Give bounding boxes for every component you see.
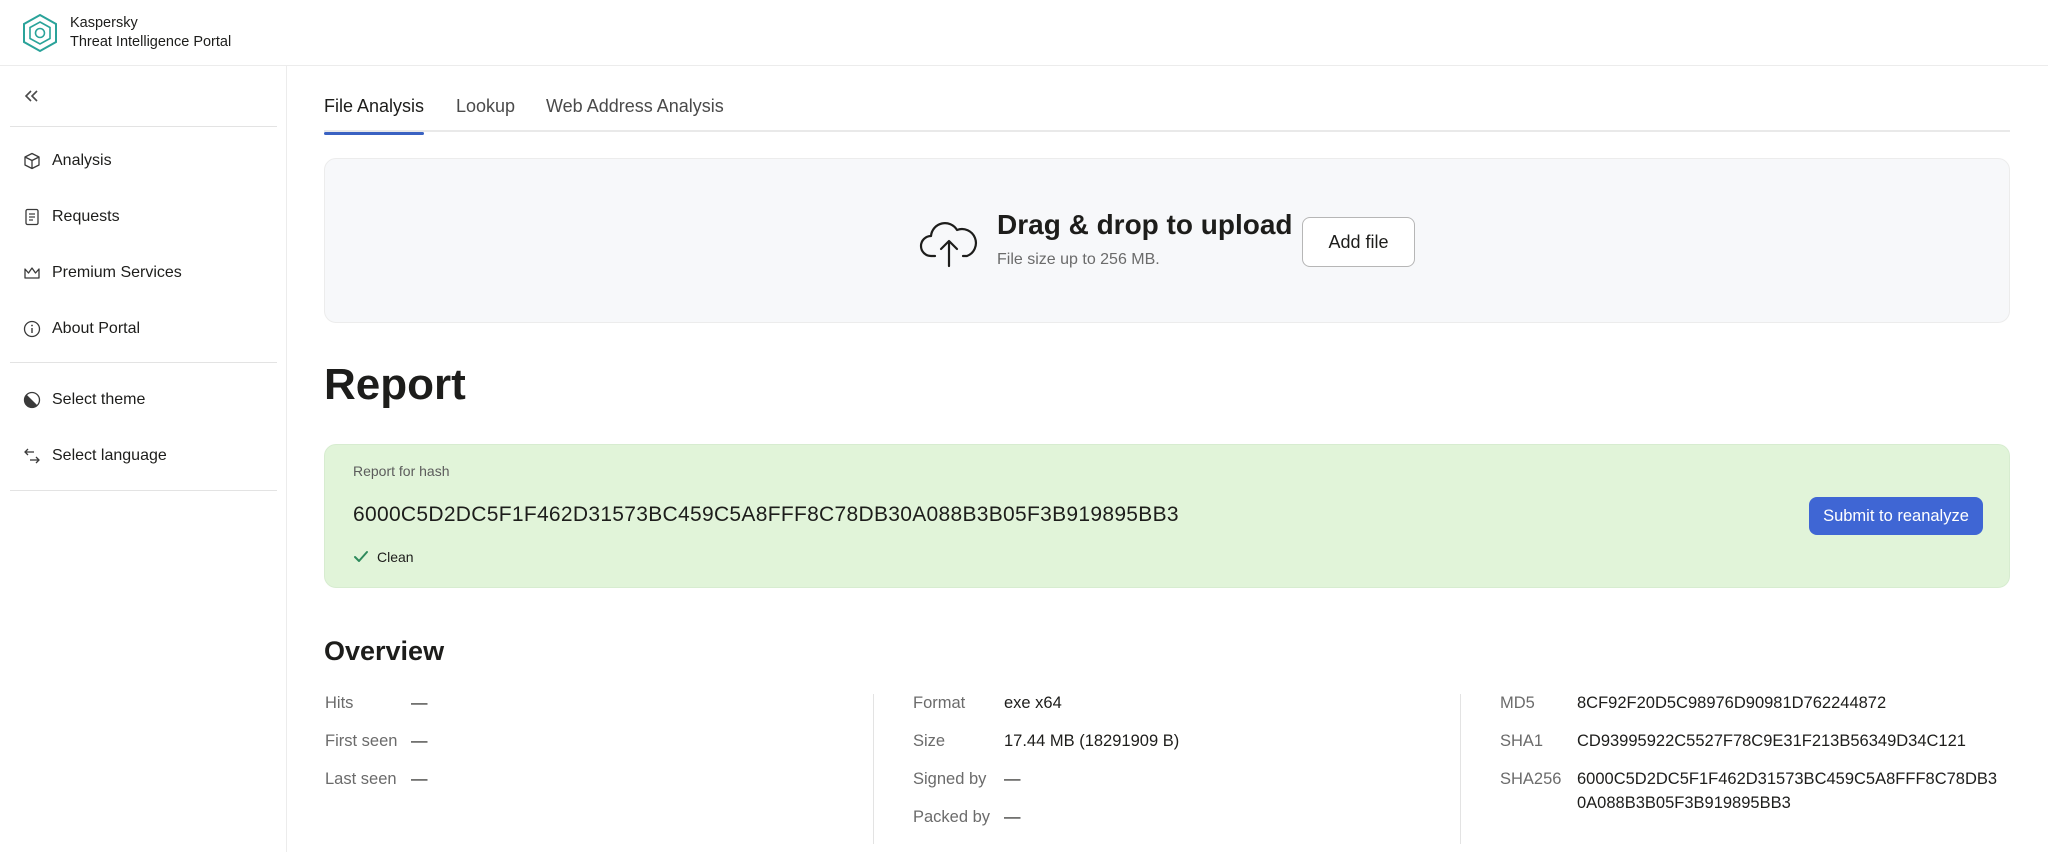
- sidebar-item-select-language[interactable]: Select language: [22, 439, 277, 473]
- checkmark-icon: [354, 551, 368, 562]
- crown-icon: [22, 263, 42, 283]
- status-label: Clean: [377, 549, 414, 565]
- submit-to-reanalyze-button[interactable]: Submit to reanalyze: [1809, 497, 1983, 535]
- sidebar-item-label: Requests: [52, 208, 120, 225]
- sidebar-item-about-portal[interactable]: About Portal: [22, 312, 277, 346]
- document-icon: [22, 207, 42, 227]
- info-icon: [22, 319, 42, 339]
- cube-icon: [22, 151, 42, 171]
- sidebar-item-select-theme[interactable]: Select theme: [22, 383, 277, 417]
- field-label: SHA1: [1500, 732, 1544, 750]
- sidebar-divider: [10, 490, 277, 491]
- sidebar-item-label: Premium Services: [52, 264, 182, 281]
- cloud-upload-icon: [919, 222, 978, 268]
- upload-title: Drag & drop to upload: [997, 209, 1293, 240]
- sidebar-item-analysis[interactable]: Analysis: [22, 144, 277, 178]
- sidebar-item-premium-services[interactable]: Premium Services: [22, 256, 277, 290]
- field-label: MD5: [1500, 694, 1535, 712]
- tab-file-analysis[interactable]: File Analysis: [324, 96, 425, 135]
- brand-line2: Threat Intelligence Portal: [70, 33, 232, 50]
- theme-icon: [22, 390, 42, 410]
- overview-heading: Overview: [324, 636, 445, 666]
- sidebar: Analysis Requests Premium Services About…: [0, 66, 287, 852]
- field-label: SHA256: [1500, 770, 1562, 788]
- field-value: 17.44 MB (18291909 B): [1004, 732, 1180, 750]
- field-value: exe x64: [1004, 694, 1062, 712]
- add-file-button[interactable]: Add file: [1302, 217, 1415, 267]
- kaspersky-logo-icon[interactable]: [22, 13, 58, 53]
- analysis-tabs: File Analysis Lookup Web Address Analysi…: [324, 88, 2010, 135]
- field-value: —: [1004, 770, 1021, 788]
- field-label: Size: [913, 732, 946, 750]
- upload-size-hint: File size up to 256 MB.: [997, 251, 1160, 268]
- report-hash: 6000C5D2DC5F1F462D31573BC459C5A8FFF8C78D…: [353, 503, 1179, 526]
- field-value: —: [411, 732, 428, 750]
- tab-lookup[interactable]: Lookup: [456, 96, 515, 129]
- field-value: CD93995922C5527F78C9E31F213B56349D34C121: [1577, 732, 1966, 750]
- brand-name[interactable]: Kaspersky Threat Intelligence Portal: [70, 14, 231, 52]
- field-value: —: [411, 694, 428, 712]
- top-header: Kaspersky Threat Intelligence Portal: [0, 0, 2048, 66]
- sidebar-divider: [10, 126, 277, 127]
- field-label: First seen: [325, 732, 398, 750]
- sidebar-item-label: Analysis: [52, 152, 112, 169]
- field-value: —: [1004, 808, 1021, 826]
- field-label: Signed by: [913, 770, 987, 788]
- field-label: Packed by: [913, 808, 991, 826]
- language-icon: [22, 446, 42, 466]
- upload-dropzone[interactable]: Drag & drop to upload File size up to 25…: [324, 158, 2010, 323]
- collapse-sidebar-icon[interactable]: [22, 86, 42, 106]
- report-summary-card: Report for hash 6000C5D2DC5F1F462D31573B…: [324, 444, 2010, 588]
- field-label: Format: [913, 694, 966, 712]
- column-divider: [1460, 694, 1461, 844]
- field-value: 8CF92F20D5C98976D90981D762244872: [1577, 694, 1887, 712]
- field-value: —: [411, 770, 428, 788]
- brand-line1: Kaspersky: [70, 14, 138, 31]
- column-divider: [873, 694, 874, 844]
- sidebar-item-label: Select theme: [52, 391, 146, 408]
- sidebar-item-requests[interactable]: Requests: [22, 200, 277, 234]
- sidebar-divider: [10, 362, 277, 363]
- field-label: Last seen: [325, 770, 397, 788]
- sidebar-item-label: Select language: [52, 447, 167, 464]
- report-caption: Report for hash: [353, 463, 450, 479]
- field-value: 6000C5D2DC5F1F462D31573BC459C5A8FFF8C78D…: [1577, 770, 1998, 788]
- status-badge: Clean: [353, 549, 414, 565]
- field-label: Hits: [325, 694, 354, 712]
- sidebar-item-label: About Portal: [52, 320, 141, 337]
- tab-web-address-analysis[interactable]: Web Address Analysis: [546, 96, 724, 129]
- report-heading: Report: [324, 360, 466, 409]
- field-value-continued: 0A088B3B05F3B919895BB3: [1577, 794, 1791, 812]
